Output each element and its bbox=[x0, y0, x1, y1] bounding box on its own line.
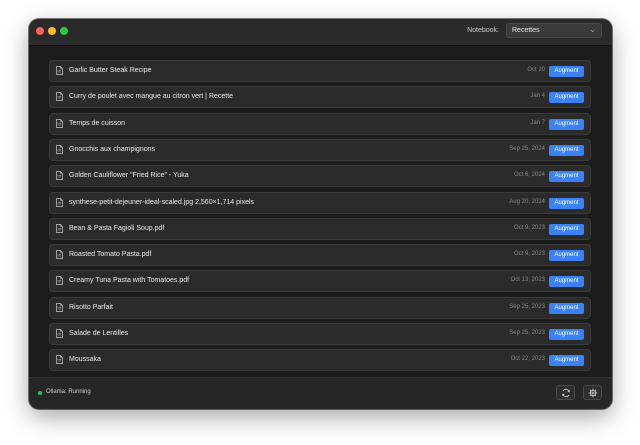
title-bar: Notebook: Recettes ⌄ bbox=[29, 19, 612, 46]
document-icon bbox=[56, 118, 63, 128]
notebook-label: Notebook: bbox=[467, 27, 499, 34]
note-date: Oct 9, 2023 bbox=[513, 224, 545, 231]
app-window: Notebook: Recettes ⌄ Garlic Butter Steak… bbox=[29, 19, 612, 409]
note-title: synthese-petit-dejeuner-ideal-scaled.jpg… bbox=[69, 198, 255, 206]
document-icon bbox=[56, 276, 63, 286]
note-date: Oct 6, 2024 bbox=[513, 172, 545, 179]
chevron-down-icon: ⌄ bbox=[589, 25, 596, 34]
augment-button[interactable]: Augment bbox=[549, 223, 584, 235]
note-date: Oct 13, 2023 bbox=[510, 277, 545, 284]
note-row[interactable]: Bean & Pasta Fagioli Soup.pdf Oct 9, 2023… bbox=[49, 217, 591, 240]
note-date: Aug 20, 2024 bbox=[509, 198, 545, 205]
note-date: Sep 25, 2024 bbox=[509, 145, 545, 152]
document-icon bbox=[56, 92, 63, 102]
augment-button[interactable]: Augment bbox=[549, 118, 584, 130]
document-icon bbox=[56, 171, 63, 181]
document-icon bbox=[56, 145, 63, 154]
gear-icon bbox=[588, 388, 598, 398]
note-date: Oct 22, 2023 bbox=[510, 356, 545, 363]
note-row[interactable]: Temps de cuisson Jan 7 Augment bbox=[49, 112, 591, 135]
close-window-button[interactable] bbox=[36, 27, 44, 35]
note-title: Garlic Butter Steak Recipe bbox=[69, 67, 152, 74]
note-title: Roasted Tomato Pasta.pdf bbox=[69, 251, 152, 259]
note-date: Oct 20 bbox=[527, 67, 545, 73]
note-row[interactable]: Moussaka Oct 22, 2023 Augment bbox=[49, 349, 591, 371]
augment-button[interactable]: Augment bbox=[549, 250, 584, 262]
augment-button[interactable]: Augment bbox=[549, 144, 584, 156]
augment-button[interactable]: Augment bbox=[549, 302, 584, 314]
maximize-window-button[interactable] bbox=[60, 27, 68, 35]
note-title: Golden Cauliflower "Fried Rice" - Yuka bbox=[69, 172, 189, 180]
note-title: Gnocchis aux champignons bbox=[69, 145, 155, 153]
note-date: Oct 9, 2023 bbox=[513, 251, 545, 258]
note-title: Creamy Tuna Pasta with Tomatoes.pdf bbox=[69, 277, 190, 285]
note-row[interactable]: Golden Cauliflower "Fried Rice" - Yuka Oc… bbox=[49, 165, 591, 188]
note-date: Jan 7 bbox=[530, 119, 545, 126]
note-title: Bean & Pasta Fagioli Soup.pdf bbox=[69, 224, 165, 232]
refresh-button[interactable] bbox=[556, 385, 575, 400]
note-row[interactable]: Creamy Tuna Pasta with Tomatoes.pdf Oct 1… bbox=[49, 270, 591, 293]
document-icon bbox=[56, 223, 63, 233]
note-row[interactable]: Salade de Lentilles Sep 25, 2023 Augment bbox=[49, 323, 591, 345]
status-text: Ollama: Running bbox=[46, 389, 91, 395]
document-icon bbox=[56, 355, 63, 365]
note-row[interactable]: Curry de poulet avec mangue au citron ve… bbox=[49, 86, 591, 109]
note-row[interactable]: Risotto Parfait Sep 25, 2023 Augment bbox=[49, 296, 591, 319]
augment-button[interactable]: Augment bbox=[549, 197, 584, 209]
notebook-select-value: Recettes bbox=[512, 27, 540, 34]
document-icon bbox=[56, 197, 63, 207]
augment-button[interactable]: Augment bbox=[549, 92, 584, 104]
document-icon bbox=[56, 250, 63, 259]
notes-panel: Garlic Butter Steak Recipe Oct 20 Augment C… bbox=[29, 46, 612, 377]
document-icon bbox=[56, 329, 63, 338]
document-icon bbox=[56, 302, 63, 312]
note-date: Sep 25, 2023 bbox=[509, 303, 545, 310]
note-title: Moussaka bbox=[69, 356, 101, 364]
augment-button[interactable]: Augment bbox=[549, 171, 584, 183]
status-indicator bbox=[38, 391, 42, 395]
augment-button[interactable]: Augment bbox=[549, 329, 584, 340]
note-date: Sep 25, 2023 bbox=[509, 330, 545, 336]
minimize-window-button[interactable] bbox=[48, 27, 56, 35]
note-date: Jan 4 bbox=[530, 93, 545, 100]
augment-button[interactable]: Augment bbox=[549, 66, 584, 77]
note-row[interactable]: Gnocchis aux champignons Sep 25, 2024 Augm… bbox=[49, 138, 591, 161]
note-row[interactable]: synthese-petit-dejeuner-ideal-scaled.jpg… bbox=[49, 191, 591, 214]
status-bar: Ollama: Running bbox=[29, 377, 612, 409]
settings-button[interactable] bbox=[583, 385, 602, 400]
augment-button[interactable]: Augment bbox=[549, 355, 584, 367]
notebook-select[interactable]: Recettes ⌄ bbox=[506, 23, 602, 38]
note-row[interactable]: Garlic Butter Steak Recipe Oct 20 Augment bbox=[49, 60, 591, 82]
document-icon bbox=[56, 66, 63, 75]
note-row[interactable]: Roasted Tomato Pasta.pdf Oct 9, 2023 Augme… bbox=[49, 244, 591, 267]
note-title: Temps de cuisson bbox=[69, 119, 126, 127]
refresh-icon bbox=[562, 388, 570, 398]
note-title: Risotto Parfait bbox=[69, 303, 113, 311]
note-title: Curry de poulet avec mangue au citron ve… bbox=[69, 93, 234, 101]
augment-button[interactable]: Augment bbox=[549, 276, 584, 288]
note-list[interactable]: Garlic Butter Steak Recipe Oct 20 Augment C… bbox=[49, 60, 591, 371]
note-title: Salade de Lentilles bbox=[69, 330, 129, 337]
